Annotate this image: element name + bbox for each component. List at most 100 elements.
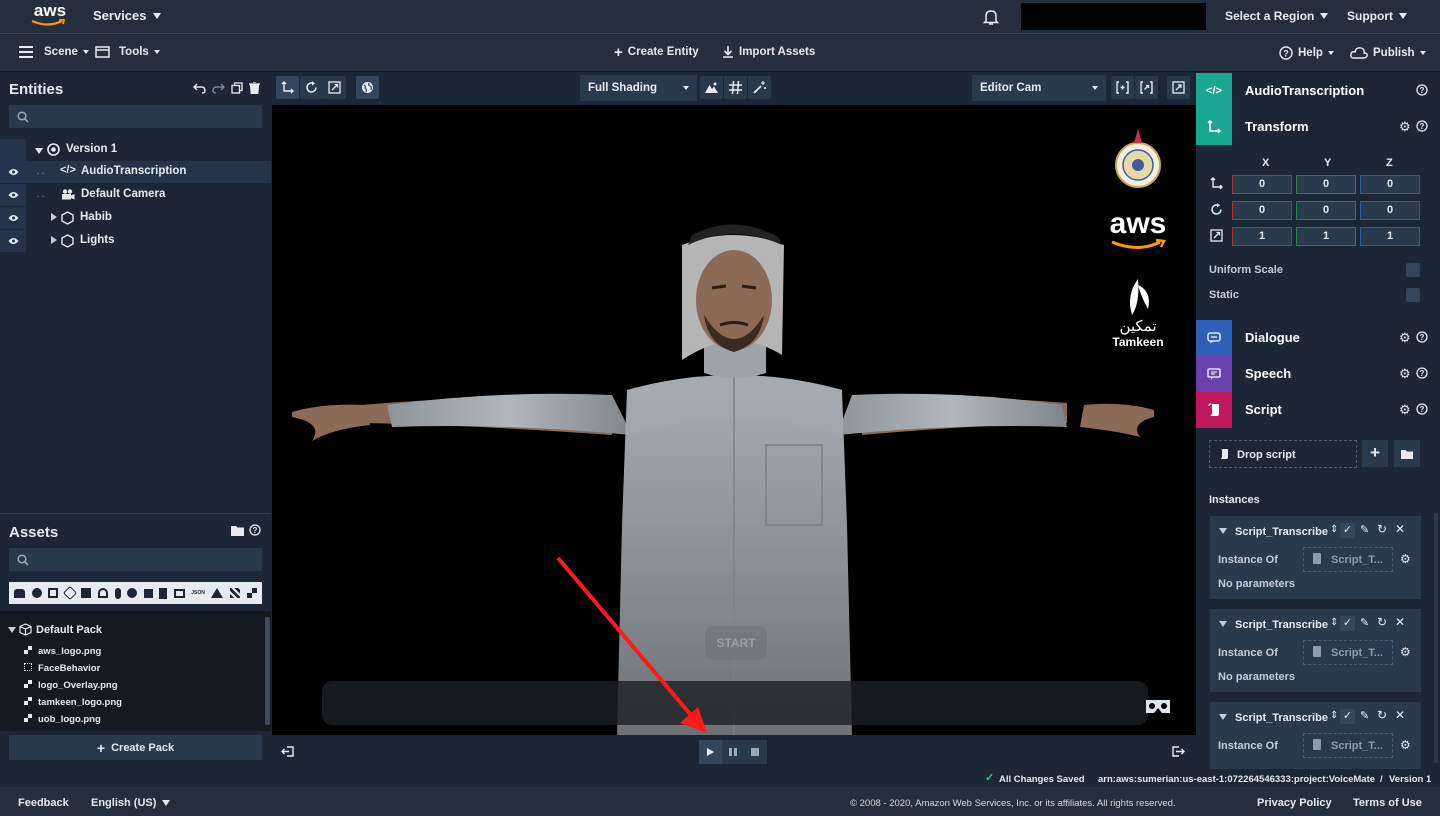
translate-tool-button[interactable] — [276, 76, 299, 99]
help-menu[interactable]: ? Help — [1279, 46, 1334, 60]
collapse-arrow-icon[interactable] — [1219, 621, 1227, 627]
pause-button[interactable] — [722, 740, 744, 764]
visibility-toggle[interactable] — [0, 230, 26, 252]
frame-all-button[interactable] — [1135, 76, 1158, 99]
static-checkbox[interactable] — [1406, 288, 1420, 302]
component-audiotranscription[interactable]: </> AudioTranscription ? — [1196, 73, 1440, 109]
language-selector[interactable]: English (US) — [91, 797, 171, 809]
duplicate-icon[interactable] — [231, 82, 243, 94]
reset-icon[interactable]: ↻ — [1377, 708, 1387, 722]
tree-item-default-camera[interactable]: · · Default Camera — [0, 184, 271, 206]
component-dialogue[interactable]: Dialogue ⚙ ? — [1196, 320, 1440, 356]
drop-script-zone[interactable]: Drop script — [1209, 440, 1357, 468]
grid-button[interactable] — [724, 76, 747, 99]
exit-right-icon[interactable] — [1172, 745, 1185, 758]
folder-icon[interactable] — [231, 525, 244, 536]
asset-file[interactable]: aws_logo.png — [24, 643, 122, 660]
tree-item-version[interactable]: Version 1 — [0, 139, 271, 161]
account-name-redacted[interactable] — [1021, 3, 1206, 30]
tree-item-lights[interactable]: Lights — [0, 230, 271, 252]
visibility-toggle[interactable] — [0, 161, 26, 183]
help-circle-icon[interactable]: ? — [1416, 367, 1428, 379]
environment-button[interactable] — [700, 76, 723, 99]
services-menu[interactable]: Services — [93, 8, 161, 23]
filter-checker-icon[interactable] — [246, 588, 257, 598]
bell-icon[interactable] — [982, 8, 1000, 26]
reset-icon[interactable]: ↻ — [1377, 615, 1387, 629]
aws-logo[interactable]: aws — [30, 2, 70, 31]
filter-box-icon[interactable] — [81, 588, 92, 598]
privacy-policy-link[interactable]: Privacy Policy — [1257, 797, 1332, 809]
filter-mountain-icon[interactable] — [211, 588, 224, 598]
asset-file[interactable]: tamkeen_logo.png — [24, 694, 122, 711]
translation-y-input[interactable]: 0 — [1296, 175, 1356, 194]
filter-image-icon[interactable] — [230, 588, 240, 598]
visibility-toggle[interactable] — [0, 184, 26, 206]
rotation-y-input[interactable]: 0 — [1296, 201, 1356, 220]
collapse-arrow-icon[interactable] — [1219, 528, 1227, 534]
component-script[interactable]: Script ⚙ ? — [1196, 392, 1440, 428]
uniform-scale-checkbox[interactable] — [1406, 263, 1420, 277]
browse-script-button[interactable] — [1394, 440, 1420, 467]
help-circle-icon[interactable]: ? — [249, 524, 261, 536]
instance-of-field[interactable]: Script_T... — [1303, 640, 1393, 665]
feedback-link[interactable]: Feedback — [18, 797, 69, 809]
gear-icon[interactable]: ⚙ — [1399, 119, 1411, 135]
asset-file[interactable]: FaceBehavior — [24, 660, 122, 677]
instance-of-field[interactable]: Script_T... — [1303, 547, 1393, 572]
gear-icon[interactable]: ⚙ — [1399, 366, 1411, 382]
gear-icon[interactable]: ⚙ — [1399, 330, 1411, 346]
scene-viewport[interactable]: aws تمكين Tamkeen START — [272, 105, 1196, 735]
asset-file[interactable]: logo_Overlay.png — [24, 677, 122, 694]
instance-of-field[interactable]: Script_T... — [1303, 733, 1393, 758]
entities-search-input[interactable] — [9, 105, 262, 128]
filter-all-icon[interactable] — [14, 588, 26, 598]
vr-headset-icon[interactable] — [1144, 698, 1172, 716]
filter-human-icon[interactable] — [114, 587, 121, 599]
publish-menu[interactable]: Publish — [1350, 46, 1426, 59]
component-transform[interactable]: Transform ⚙ ? — [1196, 109, 1440, 145]
enabled-checkbox[interactable]: ✓ — [1340, 616, 1355, 631]
enabled-checkbox[interactable]: ✓ — [1340, 709, 1355, 724]
undo-icon[interactable] — [193, 82, 206, 94]
support-menu[interactable]: Support — [1347, 9, 1407, 23]
add-script-button[interactable]: + — [1362, 440, 1388, 467]
scale-y-input[interactable]: 1 — [1296, 227, 1356, 246]
assets-scrollbar[interactable] — [265, 617, 270, 725]
expand-arrow-icon[interactable] — [51, 213, 57, 221]
exit-left-icon[interactable] — [281, 745, 294, 758]
assets-search-input[interactable] — [9, 548, 262, 571]
filter-script-icon[interactable] — [159, 587, 168, 599]
close-icon[interactable]: ✕ — [1395, 615, 1405, 629]
tools-menu[interactable]: Tools — [95, 46, 160, 58]
effects-button[interactable] — [748, 76, 771, 99]
reset-icon[interactable]: ↻ — [1377, 522, 1387, 536]
translation-z-input[interactable]: 0 — [1360, 175, 1420, 194]
create-entity-button[interactable]: + Create Entity — [614, 45, 699, 60]
edit-icon[interactable]: ✎ — [1360, 616, 1369, 629]
focus-selection-button[interactable] — [1111, 76, 1134, 99]
help-circle-icon[interactable]: ? — [1416, 403, 1428, 415]
expand-arrow-icon[interactable] — [51, 236, 57, 244]
help-circle-icon[interactable]: ? — [1416, 84, 1428, 96]
scene-menu[interactable]: Scene — [19, 46, 89, 58]
world-space-button[interactable] — [356, 76, 379, 99]
play-button[interactable] — [699, 740, 722, 764]
translation-x-input[interactable]: 0 — [1232, 175, 1292, 194]
terms-of-use-link[interactable]: Terms of Use — [1353, 797, 1422, 809]
edit-icon[interactable]: ✎ — [1360, 523, 1369, 536]
expand-arrow-icon[interactable] — [35, 148, 43, 154]
shading-select[interactable]: Full Shading — [580, 75, 697, 101]
filter-json-icon[interactable]: JSON — [191, 590, 205, 596]
gear-icon[interactable]: ⚙ — [1400, 552, 1411, 566]
scale-z-input[interactable]: 1 — [1360, 227, 1420, 246]
filter-text-icon[interactable] — [173, 588, 185, 598]
fullscreen-button[interactable] — [1167, 76, 1190, 99]
rotation-z-input[interactable]: 0 — [1360, 201, 1420, 220]
rotate-tool-button[interactable] — [300, 76, 323, 99]
filter-audio-icon[interactable] — [143, 588, 153, 598]
collapse-arrow-icon[interactable] — [1219, 714, 1227, 720]
scale-tool-button[interactable] — [323, 76, 346, 99]
gear-icon[interactable]: ⚙ — [1400, 738, 1411, 752]
reorder-icon[interactable]: ⇕ — [1330, 710, 1338, 721]
